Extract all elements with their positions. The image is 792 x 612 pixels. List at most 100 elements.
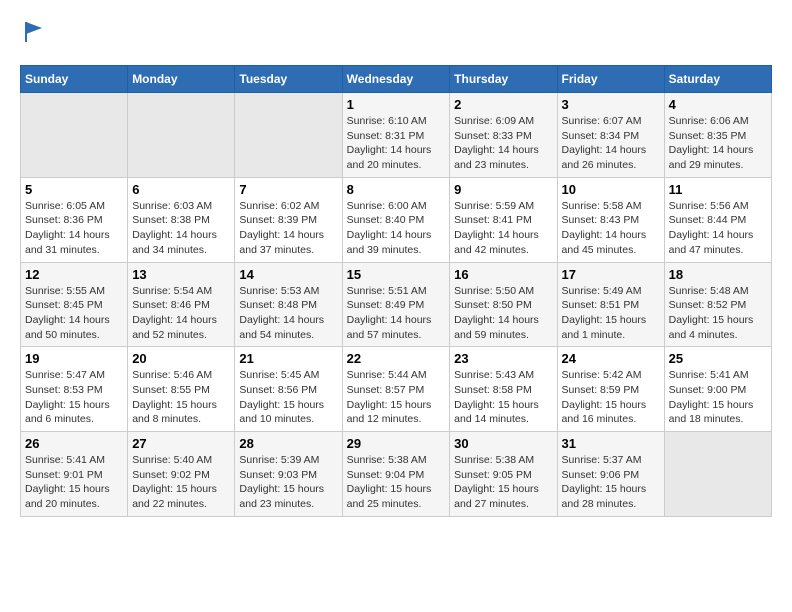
day-number: 28 (239, 436, 337, 451)
day-number: 12 (25, 267, 123, 282)
day-info: Sunrise: 5:41 AMSunset: 9:01 PMDaylight:… (25, 453, 123, 512)
calendar-cell: 9 Sunrise: 5:59 AMSunset: 8:41 PMDaylight… (450, 177, 557, 262)
day-info: Sunrise: 5:47 AMSunset: 8:53 PMDaylight:… (25, 368, 123, 427)
day-number: 2 (454, 97, 552, 112)
calendar-cell: 29 Sunrise: 5:38 AMSunset: 9:04 PMDayligh… (342, 432, 450, 517)
calendar-cell: 11 Sunrise: 5:56 AMSunset: 8:44 PMDayligh… (664, 177, 771, 262)
day-info: Sunrise: 5:37 AMSunset: 9:06 PMDaylight:… (562, 453, 660, 512)
day-info: Sunrise: 6:10 AMSunset: 8:31 PMDaylight:… (347, 114, 446, 173)
header-monday: Monday (128, 66, 235, 93)
calendar-cell (21, 93, 128, 178)
day-info: Sunrise: 5:46 AMSunset: 8:55 PMDaylight:… (132, 368, 230, 427)
calendar-cell: 17 Sunrise: 5:49 AMSunset: 8:51 PMDayligh… (557, 262, 664, 347)
calendar-cell: 26 Sunrise: 5:41 AMSunset: 9:01 PMDayligh… (21, 432, 128, 517)
calendar-cell: 3Sunrise: 6:07 AMSunset: 8:34 PMDaylight… (557, 93, 664, 178)
calendar-cell: 31 Sunrise: 5:37 AMSunset: 9:06 PMDayligh… (557, 432, 664, 517)
header-wednesday: Wednesday (342, 66, 450, 93)
day-info: Sunrise: 5:59 AMSunset: 8:41 PMDaylight:… (454, 199, 552, 258)
calendar-cell: 10 Sunrise: 5:58 AMSunset: 8:43 PMDayligh… (557, 177, 664, 262)
calendar-cell: 14Sunrise: 5:53 AMSunset: 8:48 PMDayligh… (235, 262, 342, 347)
day-number: 8 (347, 182, 446, 197)
calendar-cell: 6Sunrise: 6:03 AMSunset: 8:38 PMDaylight… (128, 177, 235, 262)
logo (20, 20, 46, 49)
calendar-table: Sunday Monday Tuesday Wednesday Thursday… (20, 65, 772, 517)
day-info: Sunrise: 5:56 AMSunset: 8:44 PMDaylight:… (669, 199, 767, 258)
day-number: 24 (562, 351, 660, 366)
day-info: Sunrise: 5:43 AMSunset: 8:58 PMDaylight:… (454, 368, 552, 427)
header-thursday: Thursday (450, 66, 557, 93)
day-info: Sunrise: 5:40 AMSunset: 9:02 PMDaylight:… (132, 453, 230, 512)
day-info: Sunrise: 6:02 AMSunset: 8:39 PMDaylight:… (239, 199, 337, 258)
weekday-header-row: Sunday Monday Tuesday Wednesday Thursday… (21, 66, 772, 93)
day-number: 30 (454, 436, 552, 451)
day-info: Sunrise: 5:44 AMSunset: 8:57 PMDaylight:… (347, 368, 446, 427)
calendar-cell: 5Sunrise: 6:05 AMSunset: 8:36 PMDaylight… (21, 177, 128, 262)
calendar-cell: 21 Sunrise: 5:45 AMSunset: 8:56 PMDayligh… (235, 347, 342, 432)
day-info: Sunrise: 6:06 AMSunset: 8:35 PMDaylight:… (669, 114, 767, 173)
calendar-body: 1 Sunrise: 6:10 AMSunset: 8:31 PMDaylight… (21, 93, 772, 517)
calendar-week-row: 26 Sunrise: 5:41 AMSunset: 9:01 PMDayligh… (21, 432, 772, 517)
day-info: Sunrise: 5:45 AMSunset: 8:56 PMDaylight:… (239, 368, 337, 427)
day-info: Sunrise: 5:58 AMSunset: 8:43 PMDaylight:… (562, 199, 660, 258)
calendar-cell (235, 93, 342, 178)
day-number: 17 (562, 267, 660, 282)
calendar-cell: 27 Sunrise: 5:40 AMSunset: 9:02 PMDayligh… (128, 432, 235, 517)
logo-flag-icon (22, 20, 46, 44)
calendar-cell: 16 Sunrise: 5:50 AMSunset: 8:50 PMDayligh… (450, 262, 557, 347)
calendar-cell: 4 Sunrise: 6:06 AMSunset: 8:35 PMDaylight… (664, 93, 771, 178)
day-number: 6 (132, 182, 230, 197)
day-info: Sunrise: 5:41 AMSunset: 9:00 PMDaylight:… (669, 368, 767, 427)
calendar-cell: 30 Sunrise: 5:38 AMSunset: 9:05 PMDayligh… (450, 432, 557, 517)
calendar-cell: 12Sunrise: 5:55 AMSunset: 8:45 PMDayligh… (21, 262, 128, 347)
day-info: Sunrise: 5:49 AMSunset: 8:51 PMDaylight:… (562, 284, 660, 343)
day-info: Sunrise: 5:48 AMSunset: 8:52 PMDaylight:… (669, 284, 767, 343)
day-number: 20 (132, 351, 230, 366)
calendar-cell: 15 Sunrise: 5:51 AMSunset: 8:49 PMDayligh… (342, 262, 450, 347)
calendar-cell (664, 432, 771, 517)
day-number: 5 (25, 182, 123, 197)
day-number: 10 (562, 182, 660, 197)
calendar-cell: 20 Sunrise: 5:46 AMSunset: 8:55 PMDayligh… (128, 347, 235, 432)
day-number: 25 (669, 351, 767, 366)
calendar-cell: 22Sunrise: 5:44 AMSunset: 8:57 PMDayligh… (342, 347, 450, 432)
day-number: 31 (562, 436, 660, 451)
calendar-week-row: 1 Sunrise: 6:10 AMSunset: 8:31 PMDaylight… (21, 93, 772, 178)
day-number: 18 (669, 267, 767, 282)
day-number: 3 (562, 97, 660, 112)
calendar-cell: 8Sunrise: 6:00 AMSunset: 8:40 PMDaylight… (342, 177, 450, 262)
calendar-cell (128, 93, 235, 178)
day-info: Sunrise: 5:38 AMSunset: 9:05 PMDaylight:… (454, 453, 552, 512)
day-info: Sunrise: 5:51 AMSunset: 8:49 PMDaylight:… (347, 284, 446, 343)
calendar-cell: 23 Sunrise: 5:43 AMSunset: 8:58 PMDayligh… (450, 347, 557, 432)
day-info: Sunrise: 5:54 AMSunset: 8:46 PMDaylight:… (132, 284, 230, 343)
calendar-cell: 19 Sunrise: 5:47 AMSunset: 8:53 PMDayligh… (21, 347, 128, 432)
header-tuesday: Tuesday (235, 66, 342, 93)
day-info: Sunrise: 6:09 AMSunset: 8:33 PMDaylight:… (454, 114, 552, 173)
day-info: Sunrise: 5:50 AMSunset: 8:50 PMDaylight:… (454, 284, 552, 343)
header-friday: Friday (557, 66, 664, 93)
day-number: 4 (669, 97, 767, 112)
day-number: 26 (25, 436, 123, 451)
calendar-cell: 28 Sunrise: 5:39 AMSunset: 9:03 PMDayligh… (235, 432, 342, 517)
day-number: 11 (669, 182, 767, 197)
day-number: 21 (239, 351, 337, 366)
header-saturday: Saturday (664, 66, 771, 93)
calendar-cell: 2 Sunrise: 6:09 AMSunset: 8:33 PMDaylight… (450, 93, 557, 178)
day-number: 9 (454, 182, 552, 197)
day-number: 16 (454, 267, 552, 282)
day-number: 1 (347, 97, 446, 112)
calendar-cell: 24Sunrise: 5:42 AMSunset: 8:59 PMDayligh… (557, 347, 664, 432)
calendar-cell: 1 Sunrise: 6:10 AMSunset: 8:31 PMDaylight… (342, 93, 450, 178)
calendar-week-row: 19 Sunrise: 5:47 AMSunset: 8:53 PMDayligh… (21, 347, 772, 432)
day-number: 23 (454, 351, 552, 366)
day-number: 14 (239, 267, 337, 282)
day-number: 15 (347, 267, 446, 282)
logo-text (20, 20, 46, 49)
day-number: 19 (25, 351, 123, 366)
day-info: Sunrise: 5:38 AMSunset: 9:04 PMDaylight:… (347, 453, 446, 512)
day-info: Sunrise: 5:39 AMSunset: 9:03 PMDaylight:… (239, 453, 337, 512)
calendar-week-row: 12Sunrise: 5:55 AMSunset: 8:45 PMDayligh… (21, 262, 772, 347)
day-number: 27 (132, 436, 230, 451)
calendar-cell: 25 Sunrise: 5:41 AMSunset: 9:00 PMDayligh… (664, 347, 771, 432)
day-number: 29 (347, 436, 446, 451)
